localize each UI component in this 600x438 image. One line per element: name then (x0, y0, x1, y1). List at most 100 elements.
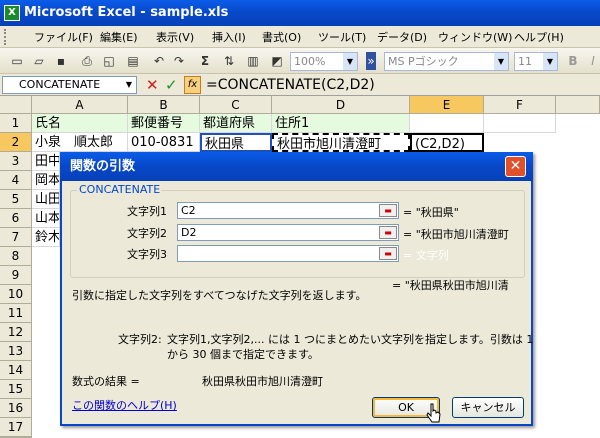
row-header[interactable]: 7 (0, 228, 32, 247)
cell-E1[interactable] (410, 114, 484, 133)
row-header[interactable]: 16 (0, 399, 32, 418)
arg1-label: 文字列1 (127, 205, 167, 218)
arg1-value: C2 (181, 204, 196, 217)
formula-text[interactable]: =CONCATENATE(C2,D2) (206, 75, 375, 95)
zoom-value: 100% (294, 55, 326, 68)
arg1-result: = "秋田県" (403, 206, 459, 219)
arg3-input[interactable]: ▬ (177, 245, 399, 262)
cell-C2[interactable]: 秋田県 (200, 133, 272, 152)
row-header[interactable]: 5 (0, 190, 32, 209)
cell-A7[interactable]: 鈴木 (32, 228, 60, 247)
chevron-down-icon[interactable]: ▼ (543, 53, 557, 70)
font-name-box[interactable]: MS Pゴシック ▼ (384, 52, 509, 71)
row-header[interactable]: 17 (0, 418, 32, 437)
enter-formula-icon[interactable]: ✓ (165, 76, 178, 94)
cell-E2-active[interactable]: (C2,D2) (410, 133, 484, 152)
cancel-formula-icon[interactable]: ✕ (146, 76, 159, 94)
menu-view[interactable]: 表示(V) (156, 29, 194, 45)
menu-data[interactable]: データ(D) (377, 29, 427, 45)
row-header[interactable]: 9 (0, 266, 32, 285)
undo-icon[interactable]: ↶ (150, 52, 168, 70)
row-header[interactable]: 3 (0, 152, 32, 171)
total-result: = "秋田県秋田市旭川清 (392, 279, 509, 292)
preview-icon[interactable]: ◱ (100, 52, 118, 70)
cell-B2[interactable]: 010-0831 (128, 133, 200, 152)
collapse-dialog-icon[interactable]: ▬ (379, 204, 397, 217)
autosum-icon[interactable]: Σ (196, 52, 214, 70)
cancel-button[interactable]: キャンセル (452, 397, 524, 418)
mouse-cursor-icon (426, 403, 441, 423)
select-all-corner[interactable] (0, 96, 32, 114)
new-document-icon[interactable]: ▭ (8, 52, 26, 70)
menu-bar: ファイル(F) 編集(E) 表示(V) 挿入(I) 書式(O) ツール(T) デ… (0, 26, 600, 48)
function-help-link[interactable]: この関数のヘルプ(H) (72, 398, 177, 413)
row-header[interactable]: 8 (0, 247, 32, 266)
menu-insert[interactable]: 挿入(I) (212, 29, 246, 45)
row-header-selected[interactable]: 2 (0, 133, 32, 152)
row-header[interactable]: 1 (0, 114, 32, 133)
menu-window[interactable]: ウィンドウ(W) (438, 29, 512, 45)
drawing-icon[interactable]: ◩ (268, 52, 286, 70)
cell-A2[interactable]: 小泉 順太郎 (32, 133, 128, 152)
bold-button[interactable]: B (564, 52, 582, 70)
font-size-box[interactable]: 11 ▼ (514, 52, 558, 71)
function-arguments-dialog: 関数の引数 ✕ CONCATENATE 文字列1 C2 ▬ = "秋田県" 文字列… (60, 152, 533, 426)
column-header[interactable] (556, 96, 600, 114)
cell-A3[interactable]: 田中 (32, 152, 60, 171)
cell-A5[interactable]: 山田 (32, 190, 60, 209)
dialog-title[interactable]: 関数の引数 (60, 152, 533, 181)
sort-icon[interactable]: ⇅ (220, 52, 238, 70)
chevron-down-icon[interactable]: ▼ (343, 53, 357, 70)
cell-C1[interactable]: 都道府県 (200, 114, 272, 133)
cell-D2[interactable]: 秋田市旭川清澄町 (272, 133, 410, 152)
close-icon[interactable]: ✕ (505, 156, 526, 177)
open-folder-icon[interactable]: ▱ (30, 52, 48, 70)
menu-tools[interactable]: ツール(T) (318, 29, 366, 45)
column-header[interactable]: F (484, 96, 556, 114)
menu-format[interactable]: 書式(O) (262, 29, 301, 45)
chevron-down-icon[interactable]: ▼ (122, 77, 136, 93)
arg1-input[interactable]: C2 ▬ (177, 202, 399, 219)
redo-icon[interactable]: ↷ (170, 52, 188, 70)
arg2-value: D2 (181, 226, 197, 239)
cell-A4[interactable]: 岡本 (32, 171, 60, 190)
collapse-dialog-icon[interactable]: ▬ (379, 247, 397, 260)
name-box[interactable]: CONCATENATE ▼ (2, 76, 137, 94)
row-header[interactable]: 11 (0, 304, 32, 323)
row-header[interactable]: 13 (0, 342, 32, 361)
chart-icon[interactable]: ▥ (244, 52, 262, 70)
insert-function-icon[interactable]: fx (184, 76, 201, 94)
menu-help[interactable]: ヘルプ(H) (514, 29, 564, 45)
arg2-result: = "秋田市旭川清澄町 (403, 228, 509, 241)
font-size-value: 11 (518, 55, 532, 68)
row-header[interactable]: 14 (0, 361, 32, 380)
cell-B1[interactable]: 郵便番号 (128, 114, 200, 133)
cell-A1[interactable]: 氏名 (32, 114, 128, 133)
column-header[interactable]: D (272, 96, 410, 114)
row-header[interactable]: 15 (0, 380, 32, 399)
collapse-dialog-icon[interactable]: ▬ (379, 226, 397, 239)
cell-A6[interactable]: 山本 (32, 209, 60, 228)
italic-button[interactable]: I (584, 52, 600, 70)
toolbar-options-icon[interactable]: » (366, 52, 376, 70)
row-header[interactable]: 12 (0, 323, 32, 342)
arg2-input[interactable]: D2 ▬ (177, 224, 399, 241)
chevron-down-icon[interactable]: ▼ (494, 53, 508, 70)
column-header[interactable]: B (128, 96, 200, 114)
cell-F1[interactable] (484, 114, 556, 133)
menu-edit[interactable]: 編集(E) (100, 29, 138, 45)
arg3-result: = 文字列 (403, 249, 449, 262)
row-header[interactable]: 10 (0, 285, 32, 304)
column-header-selected[interactable]: E (410, 96, 484, 114)
toolbar: ▭ ▱ ▪ ⎙ ◱ ▤ ↶ ↷ Σ ⇅ ▥ ◩ 100% ▼ » MS Pゴシック… (0, 48, 600, 74)
save-icon[interactable]: ▪ (52, 52, 70, 70)
column-header[interactable]: A (32, 96, 128, 114)
paste-icon[interactable]: ▤ (124, 52, 142, 70)
row-header[interactable]: 6 (0, 209, 32, 228)
menu-file[interactable]: ファイル(F) (34, 29, 93, 45)
print-icon[interactable]: ⎙ (78, 52, 96, 70)
row-header[interactable]: 4 (0, 171, 32, 190)
cell-D1[interactable]: 住所1 (272, 114, 410, 133)
zoom-box[interactable]: 100% ▼ (290, 52, 358, 71)
column-header[interactable]: C (200, 96, 272, 114)
